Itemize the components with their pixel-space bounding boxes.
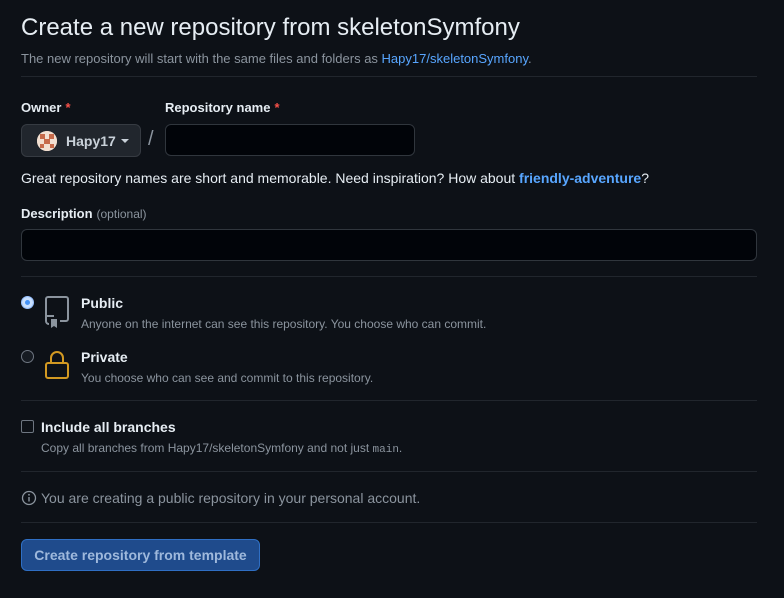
description-label-text: Description xyxy=(21,206,93,221)
info-text: You are creating a public repository in … xyxy=(41,490,421,506)
repo-icon xyxy=(44,295,70,334)
visibility-divider xyxy=(21,400,757,401)
private-title: Private xyxy=(81,349,128,365)
footer-divider xyxy=(21,522,757,523)
name-suggestion-link[interactable]: friendly-adventure xyxy=(519,170,641,186)
owner-label-text: Owner xyxy=(21,100,62,115)
include-branches-checkbox[interactable] xyxy=(21,420,34,433)
avatar xyxy=(37,130,57,151)
create-repo-page: Create a new repository from skeletonSym… xyxy=(0,0,784,598)
include-branches-description: Copy all branches from Hapy17/skeletonSy… xyxy=(41,441,402,456)
page-title: Create a new repository from skeletonSym… xyxy=(21,14,520,41)
private-radio[interactable] xyxy=(21,350,34,363)
description-optional: (optional) xyxy=(96,207,147,221)
owner-name: Hapy17 xyxy=(66,132,116,149)
owner-label: Owner * xyxy=(21,100,71,115)
create-repository-button[interactable]: Create repository from template xyxy=(21,539,260,571)
repo-name-label: Repository name * xyxy=(165,100,280,115)
description-divider xyxy=(21,276,757,277)
branches-divider xyxy=(21,471,757,472)
owner-repo-separator: / xyxy=(148,128,154,150)
description-label: Description (optional) xyxy=(21,206,147,221)
page-subtitle: The new repository will start with the s… xyxy=(21,51,532,66)
repo-name-input[interactable] xyxy=(165,124,415,156)
public-radio[interactable] xyxy=(21,296,34,309)
branch-code: main xyxy=(372,444,399,456)
owner-dropdown[interactable]: Hapy17 xyxy=(21,124,141,157)
include-branches-title: Include all branches xyxy=(41,419,176,435)
info-message: You are creating a public repository in … xyxy=(21,490,420,506)
public-description: Anyone on the internet can see this repo… xyxy=(81,317,487,331)
owner-required-mark: * xyxy=(65,100,71,115)
header-divider xyxy=(21,76,757,77)
name-hint: Great repository names are short and mem… xyxy=(21,170,649,186)
chevron-down-icon xyxy=(120,138,129,143)
repo-name-label-text: Repository name xyxy=(165,100,271,115)
include-branches-desc-suffix: . xyxy=(398,441,403,455)
name-hint-text: Great repository names are short and mem… xyxy=(21,170,520,186)
template-repo-link[interactable]: Hapy17/skeletonSymfony xyxy=(382,51,528,66)
public-title: Public xyxy=(81,295,124,311)
private-description: You choose who can see and commit to thi… xyxy=(81,371,374,385)
name-hint-suffix: ? xyxy=(641,170,649,186)
include-branches-desc-text: Copy all branches from Hapy17/skeletonSy… xyxy=(41,441,373,455)
description-input[interactable] xyxy=(21,229,757,261)
repo-name-required-mark: * xyxy=(274,100,280,115)
info-icon xyxy=(21,490,37,506)
subtitle-suffix: . xyxy=(528,51,532,66)
lock-icon xyxy=(44,349,70,386)
subtitle-text: The new repository will start with the s… xyxy=(21,51,382,66)
